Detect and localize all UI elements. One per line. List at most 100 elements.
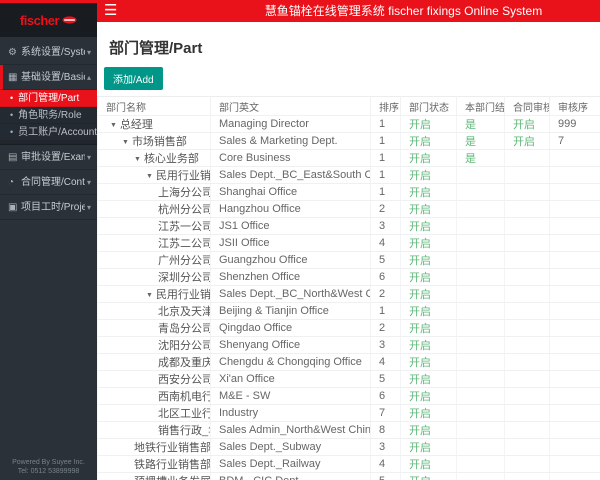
contract-audit (504, 285, 550, 303)
sidebar-subitem[interactable]: • 部门管理/Part (0, 90, 97, 107)
dept-status: 开启 (400, 166, 457, 184)
tree-collapse-icon[interactable]: ▼ (122, 139, 129, 146)
dept-english: Managing Director (210, 115, 371, 133)
table-row[interactable]: ▼ 总经理 Managing Director 1 开启是开启 999 (97, 115, 600, 133)
contract-audit (504, 387, 550, 405)
table-row[interactable]: 杭州分公司 Hangzhou Office 2 开启 (97, 200, 600, 218)
dept-name-cell[interactable]: ▼ 市场销售部 (97, 132, 211, 150)
dept-name-cell[interactable]: 成都及重庆分公司 (97, 353, 211, 371)
table-row[interactable]: 江苏一公司 JS1 Office 3 开启 (97, 217, 600, 235)
powered-by: Powered By Suyee Inc. (12, 459, 85, 466)
dept-name-cell[interactable]: 江苏一公司 (97, 217, 211, 235)
sidebar-item[interactable]: ▦ 基础设置/Basic ▴ (0, 65, 97, 90)
sidebar-subitem-label: 部门管理/Part (18, 92, 80, 104)
col-dept-status: 部门状态 (400, 96, 457, 116)
table-row[interactable]: 江苏二公司 JSII Office 4 开启 (97, 234, 600, 252)
dept-name: 市场销售部 (131, 136, 187, 148)
table-row[interactable]: 西南机电行业销售团队M&E - SW6开启 (97, 387, 600, 405)
dept-sort: 1 (370, 149, 401, 167)
table-row[interactable]: 成都及重庆分公司Chengdu & Chongqing Office4开启 (97, 353, 600, 371)
dept-name: 核心业务部 (143, 153, 199, 165)
sidebar-item-label: 基础设置/Basic (21, 71, 85, 83)
dept-name-cell[interactable]: 杭州分公司 (97, 200, 211, 218)
dept-name-cell[interactable]: 铁路行业销售部 (97, 455, 211, 473)
table-row[interactable]: 预埋槽业务发展部BDM - CIC Dept.5开启 (97, 472, 600, 480)
dept-name: 杭州分公司 (158, 204, 211, 216)
dept-name-cell[interactable]: ▼民用行业销售部_华东区+华 (97, 166, 211, 184)
tree-collapse-icon[interactable]: ▼ (146, 173, 153, 180)
sidebar-item-label: 合同管理/Contract (21, 176, 85, 188)
dept-settle (456, 234, 505, 252)
dept-name-cell[interactable]: 北京及天津分公司 (97, 302, 211, 320)
dept-status: 开启 (400, 319, 457, 337)
table-row[interactable]: 青岛分公司 Qingdao Office 2 开启 (97, 319, 600, 337)
add-button[interactable]: 添加/Add (104, 67, 163, 90)
dept-name: 江苏二公司 (158, 238, 211, 250)
dept-status: 开启 (400, 285, 457, 303)
dept-name-cell[interactable]: 销售行政_华北+华西 (97, 421, 211, 439)
dept-name-cell[interactable]: ▼ 总经理 (97, 115, 211, 133)
dept-name-cell[interactable]: 北区工业行业销售团队 (97, 404, 211, 422)
table-row[interactable]: 广州分公司 Guangzhou Office 5 开启 (97, 251, 600, 269)
tree-collapse-icon[interactable]: ▼ (110, 122, 117, 129)
dept-name-cell[interactable]: 西安分公司 (97, 370, 211, 388)
tree-collapse-icon[interactable]: ▼ (134, 156, 141, 163)
table-row[interactable]: 西安分公司 Xi'an Office 5 开启 (97, 370, 600, 388)
table-row[interactable]: ▼民用行业销售部_华东区+华Sales Dept._BC_East&South … (97, 166, 600, 184)
dept-settle (456, 404, 505, 422)
dept-status: 开启 (400, 115, 457, 133)
table-row[interactable]: 沈阳分公司 Shenyang Office 3 开启 (97, 336, 600, 354)
sidebar-subitem[interactable]: • 角色职务/Role (0, 107, 97, 124)
dept-name-cell[interactable]: 江苏二公司 (97, 234, 211, 252)
sidebar-subitem-label: 角色职务/Role (18, 109, 82, 121)
bullet-icon: • (10, 126, 14, 137)
tree-collapse-icon[interactable]: ▼ (146, 292, 153, 299)
table-row[interactable]: 铁路行业销售部 Sales Dept._Railway 4 开启 (97, 455, 600, 473)
table-row[interactable]: 销售行政_华北+华西Sales Admin_North&West China8开… (97, 421, 600, 439)
table-row[interactable]: ▼ 核心业务部 Core Business 1 开启是 (97, 149, 600, 167)
dept-name-cell[interactable]: 预埋槽业务发展部 (97, 472, 211, 480)
audit-order: 999 (549, 115, 600, 133)
dept-english: JSII Office (210, 234, 371, 252)
dept-name-cell[interactable]: 西南机电行业销售团队 (97, 387, 211, 405)
contract-icon: ◔ (8, 176, 15, 188)
dept-name-cell[interactable]: 广州分公司 (97, 251, 211, 269)
contract-audit (504, 404, 550, 422)
dept-name-cell[interactable]: ▼民用行业销售部_华北区+华 (97, 285, 211, 303)
audit-order (549, 455, 600, 473)
system-title: 慧鱼锚栓在线管理系统 fischer fixings Online System (264, 4, 543, 18)
table-row[interactable]: 深圳分公司 Shenzhen Office 6 开启 (97, 268, 600, 286)
chevron-down-icon: ▾ (86, 177, 91, 187)
contract-audit (504, 421, 550, 439)
dept-name-cell[interactable]: 深圳分公司 (97, 268, 211, 286)
table-row[interactable]: 北区工业行业销售团队Industry7开启 (97, 404, 600, 422)
contract-audit (504, 319, 550, 337)
dept-name: 青岛分公司 (158, 323, 211, 335)
contract-audit: 开启 (504, 115, 550, 133)
table-row[interactable]: ▼ 市场销售部 Sales & Marketing Dept. 1 开启是开启 7 (97, 132, 600, 150)
table-row[interactable]: 地铁行业销售部 Sales Dept._Subway 3 开启 (97, 438, 600, 456)
sidebar-item[interactable]: ⚙ 系统设置/System▾ (0, 40, 97, 65)
dept-sort: 5 (370, 472, 401, 480)
table-row[interactable]: ▼民用行业销售部_华北区+华Sales Dept._BC_North&West … (97, 285, 600, 303)
dept-name-cell[interactable]: 上海分公司 (97, 183, 211, 201)
dept-status: 开启 (400, 268, 457, 286)
dept-status: 开启 (400, 132, 457, 150)
dept-status: 开启 (400, 200, 457, 218)
dept-name-cell[interactable]: 沈阳分公司 (97, 336, 211, 354)
table-row[interactable]: 北京及天津分公司Beijing & Tianjin Office1开启 (97, 302, 600, 320)
dept-name-cell[interactable]: 青岛分公司 (97, 319, 211, 337)
audit-order (549, 438, 600, 456)
sidebar-item[interactable]: ◔ 合同管理/Contract▾ (0, 170, 97, 195)
dept-name-cell[interactable]: ▼ 核心业务部 (97, 149, 211, 167)
sidebar-item[interactable]: ▣项目工时/Project Time▾ (0, 195, 97, 220)
dept-settle (456, 217, 505, 235)
table-row[interactable]: 上海分公司 Shanghai Office 1 开启 (97, 183, 600, 201)
dept-sort: 4 (370, 353, 401, 371)
dept-name-cell[interactable]: 地铁行业销售部 (97, 438, 211, 456)
sidebar: fischer ⚙系统设置/System▾▦基础设置/Basic▴•部门管理/P… (0, 3, 97, 480)
brand-logo[interactable]: fischer (0, 3, 97, 37)
sidebar-subitem[interactable]: • 员工账户/Account (0, 124, 97, 141)
sidebar-item[interactable]: ▤审批设置/Examine▾ (0, 145, 97, 170)
dept-name: 北京及天津分公司 (158, 306, 210, 318)
